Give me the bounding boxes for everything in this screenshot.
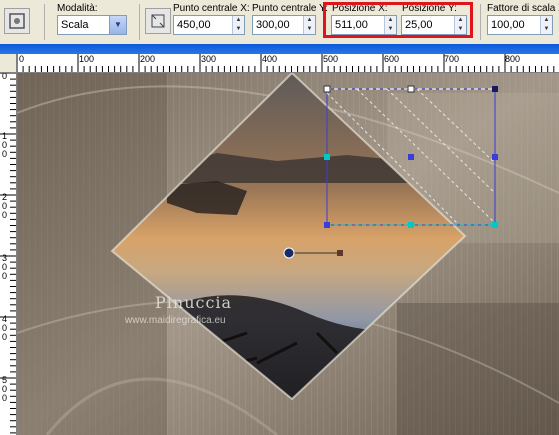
position-highlight-box (323, 2, 473, 38)
handle-bottom-mid[interactable] (408, 222, 414, 228)
horizontal-ruler: 0 100 200 300 400 500 600 700 800 (16, 54, 559, 73)
rotation-pivot[interactable] (283, 247, 295, 259)
image-canvas[interactable]: Pinuccia www.maidiregrafica.eu (17, 73, 559, 435)
scale-x-input[interactable] (488, 16, 541, 34)
chevron-down-icon[interactable]: ▼ (109, 16, 126, 34)
rotation-handle[interactable] (337, 250, 343, 256)
ruler-label: 0 (2, 72, 8, 81)
scale-x-label: Fattore di scala X (487, 3, 559, 14)
mode-select[interactable]: Scala ▼ (57, 15, 127, 35)
center-y-spinner[interactable]: ▲ ▼ (303, 16, 315, 34)
scale-x-field[interactable]: ▲▼ (487, 15, 553, 35)
toolbar: Modalità: Scala ▼ Punto centrale X: ▲▼ P… (0, 0, 559, 45)
ruler-label: 1 0 0 (2, 131, 8, 159)
handle-top-left[interactable] (323, 85, 331, 93)
toolbar-separator (139, 4, 140, 40)
center-x-input[interactable] (174, 16, 233, 34)
document-title-bar[interactable] (0, 44, 559, 54)
ruler-label: 400 (262, 54, 278, 64)
center-x-label: Punto centrale X: (173, 3, 250, 14)
center-x-spinner[interactable]: ▲ ▼ (232, 16, 244, 34)
handle-mid-left[interactable] (324, 154, 330, 160)
center-x-field[interactable]: ▲▼ (173, 15, 245, 35)
horizontal-ruler-ticks (16, 54, 555, 72)
watermark-site: www.maidiregrafica.eu (125, 315, 226, 326)
ruler-label: 5 0 0 (2, 375, 8, 403)
toolbar-separator (480, 4, 481, 40)
ruler-label: 600 (384, 54, 400, 64)
handle-mid-right[interactable] (492, 154, 498, 160)
reset-transform-icon[interactable] (145, 8, 171, 34)
background-panel (397, 303, 559, 435)
ruler-label: 2 0 0 (2, 192, 8, 220)
ruler-corner (0, 54, 16, 72)
mode-label: Modalità: (57, 3, 98, 14)
handle-bottom-left[interactable] (324, 222, 330, 228)
center-y-label: Punto centrale Y: (252, 3, 328, 14)
deform-tool-icon[interactable] (4, 8, 30, 34)
center-y-input[interactable] (253, 16, 304, 34)
ruler-label: 700 (444, 54, 460, 64)
handle-bottom-right[interactable] (492, 222, 498, 228)
handle-center[interactable] (408, 154, 414, 160)
scale-x-spinner[interactable]: ▲ ▼ (540, 16, 552, 34)
ruler-label: 4 0 0 (2, 314, 8, 342)
ruler-label: 0 (19, 54, 25, 64)
vertical-ruler: 0 1 0 0 2 0 0 3 0 0 4 0 0 5 0 0 (0, 72, 17, 435)
handle-top-mid[interactable] (407, 85, 415, 93)
toolbar-separator (44, 4, 45, 40)
canvas-artwork (17, 73, 559, 435)
ruler-label: 300 (201, 54, 217, 64)
center-y-field[interactable]: ▲▼ (252, 15, 316, 35)
ruler-label: 3 0 0 (2, 253, 8, 281)
watermark-name: Pinuccia (155, 293, 233, 312)
mode-value: Scala (61, 19, 89, 31)
ruler-label: 500 (323, 54, 339, 64)
ruler-label: 100 (79, 54, 95, 64)
handle-top-right[interactable] (492, 86, 498, 92)
ruler-label: 800 (505, 54, 521, 64)
ruler-label: 200 (140, 54, 156, 64)
